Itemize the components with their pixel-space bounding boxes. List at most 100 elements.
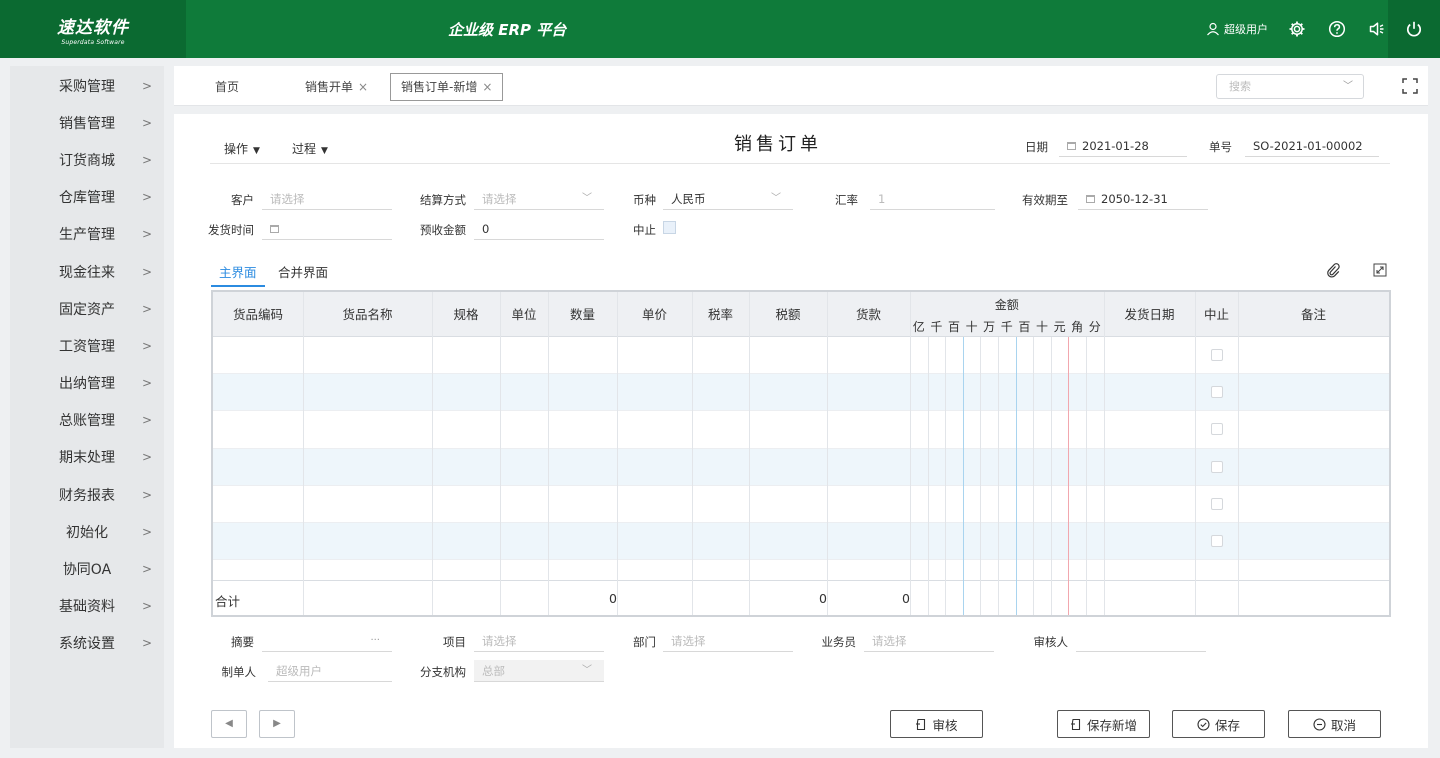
tab-sales-order-new-label: 销售订单-新增 xyxy=(401,80,478,94)
table-row[interactable] xyxy=(213,374,1389,412)
sidebar-item[interactable]: 系统设置 > xyxy=(10,625,164,662)
help-icon[interactable] xyxy=(1326,18,1348,40)
stop-checkbox[interactable] xyxy=(1211,386,1223,399)
sidebar-item[interactable]: 固定资产 > xyxy=(10,290,164,327)
dept-field[interactable]: 请选择 xyxy=(663,630,793,652)
sidebar-item[interactable]: 订货商城 > xyxy=(10,141,164,178)
total-quantity: 0 xyxy=(609,591,617,606)
currency-select[interactable]: 人民币 ﹀ xyxy=(663,188,793,210)
table-row[interactable] xyxy=(213,523,1389,561)
prepaid-label: 预收金额 xyxy=(420,223,466,237)
expand-icon[interactable] xyxy=(1372,262,1388,278)
close-icon[interactable]: × xyxy=(482,80,492,94)
project-field[interactable]: 请选择 xyxy=(474,630,604,652)
salesman-field[interactable]: 请选择 xyxy=(864,630,994,652)
chevron-right-icon: > xyxy=(141,115,152,130)
sidebar-item[interactable]: 财务报表 > xyxy=(10,476,164,513)
sidebar-item[interactable]: 现金往来 > xyxy=(10,253,164,290)
column-header: 中止 xyxy=(1203,307,1229,322)
stop-checkbox[interactable] xyxy=(1211,349,1223,361)
subtab-merged[interactable]: 合并界面 xyxy=(278,262,328,281)
maker-label: 制单人 xyxy=(221,665,257,679)
audit-button[interactable]: 审核 xyxy=(890,710,983,738)
sidebar-item[interactable]: 生产管理 > xyxy=(10,216,164,253)
operation-label: 操作 xyxy=(224,142,249,156)
stop-checkbox[interactable] xyxy=(1211,535,1223,547)
sidebar-item[interactable]: 协同OA > xyxy=(10,550,164,587)
search-input[interactable]: 搜索 ﹀ xyxy=(1216,74,1364,99)
sidebar-item-label: 财务报表 xyxy=(59,487,115,504)
table-row[interactable] xyxy=(213,486,1389,523)
amount-digit-header: 千 xyxy=(930,320,943,334)
table-row[interactable] xyxy=(213,411,1389,449)
date-field[interactable]: 2021-01-28 xyxy=(1059,135,1187,157)
settlement-select[interactable]: 请选择 ﹀ xyxy=(474,188,604,210)
close-icon[interactable]: × xyxy=(358,80,368,94)
sidebar-item-label: 仓库管理 xyxy=(59,190,115,207)
summary-field[interactable]: ··· xyxy=(262,630,392,652)
save-new-button[interactable]: 保存新增 xyxy=(1057,710,1150,738)
amount-digit-divider xyxy=(980,337,982,615)
settlement-placeholder: 请选择 xyxy=(482,192,517,206)
column-header: 货品名称 xyxy=(342,307,393,322)
table-row[interactable] xyxy=(213,448,1389,486)
stop-checkbox[interactable] xyxy=(663,221,676,234)
speaker-icon[interactable] xyxy=(1366,18,1388,40)
user-menu[interactable]: 超级用户 xyxy=(1206,21,1268,37)
tab-home-label: 首页 xyxy=(215,80,240,94)
chevron-down-icon: ﹀ xyxy=(771,193,781,204)
settings-gear-icon[interactable] xyxy=(1286,18,1308,40)
ship-time-field[interactable] xyxy=(262,218,392,240)
calendar-icon xyxy=(1086,195,1095,203)
branch-label: 分支机构 xyxy=(420,665,466,679)
prev-record-button[interactable]: ◀ xyxy=(211,710,247,738)
doc-no-field[interactable]: SO-2021-01-00002 xyxy=(1245,135,1379,157)
column-header: 规格 xyxy=(453,307,479,322)
column-divider xyxy=(303,292,304,615)
table-row[interactable] xyxy=(213,337,1389,375)
amount-digit-divider xyxy=(998,337,999,615)
branch-select[interactable]: 总部 ﹀ xyxy=(474,660,604,682)
tab-sales-order-new[interactable]: 销售订单-新增 × xyxy=(390,73,504,101)
save-button[interactable]: 保存 xyxy=(1172,710,1265,738)
cancel-button[interactable]: 取消 xyxy=(1288,710,1381,738)
amount-digit-divider xyxy=(1068,337,1070,615)
amount-digit-header: 元 xyxy=(1053,320,1066,334)
tab-sales-open[interactable]: 销售开单 × xyxy=(305,74,368,100)
sidebar-item[interactable]: 总账管理 > xyxy=(10,402,164,439)
more-icon[interactable]: ··· xyxy=(370,630,380,652)
chevron-right-icon: > xyxy=(141,264,152,279)
power-icon[interactable] xyxy=(1388,0,1440,58)
tab-home[interactable]: 首页 xyxy=(215,74,239,100)
calendar-icon xyxy=(1067,142,1076,150)
sidebar-item[interactable]: 基础资料 > xyxy=(10,588,164,625)
amount-digit-header: 亿 xyxy=(912,320,925,334)
customer-field[interactable]: 请选择 xyxy=(262,188,392,210)
attachment-icon[interactable] xyxy=(1325,262,1341,278)
sidebar-item[interactable]: 销售管理 > xyxy=(10,104,164,141)
operation-menu[interactable]: 操作 ▼ xyxy=(224,140,260,157)
sidebar-item-label: 销售管理 xyxy=(59,115,115,132)
stop-checkbox[interactable] xyxy=(1211,497,1223,510)
rate-field[interactable]: 1 xyxy=(870,188,995,210)
column-header: 货款 xyxy=(855,307,881,322)
total-payment: 0 xyxy=(902,591,910,606)
amount-digit-divider xyxy=(1033,337,1035,615)
fullscreen-icon[interactable] xyxy=(1401,77,1419,95)
sidebar-item[interactable]: 采购管理 > xyxy=(10,67,164,104)
chevron-right-icon: > xyxy=(141,301,152,316)
subtab-main[interactable]: 主界面 xyxy=(211,262,265,287)
logo: 速达软件 Superdata Software xyxy=(0,0,186,58)
sidebar-item[interactable]: 期末处理 > xyxy=(10,439,164,476)
cancel-label: 取消 xyxy=(1330,717,1356,733)
next-record-button[interactable]: ▶ xyxy=(259,710,295,738)
stop-checkbox[interactable] xyxy=(1211,423,1223,436)
sidebar-item[interactable]: 仓库管理 > xyxy=(10,179,164,216)
sidebar-item[interactable]: 工资管理 > xyxy=(10,327,164,364)
process-menu[interactable]: 过程 ▼ xyxy=(292,140,328,157)
stop-checkbox[interactable] xyxy=(1211,460,1223,473)
sidebar-item[interactable]: 初始化 > xyxy=(10,513,164,550)
valid-until-field[interactable]: 2050-12-31 xyxy=(1078,188,1208,210)
sidebar-item[interactable]: 出纳管理 > xyxy=(10,365,164,402)
prepaid-field[interactable]: 0 xyxy=(474,218,604,240)
